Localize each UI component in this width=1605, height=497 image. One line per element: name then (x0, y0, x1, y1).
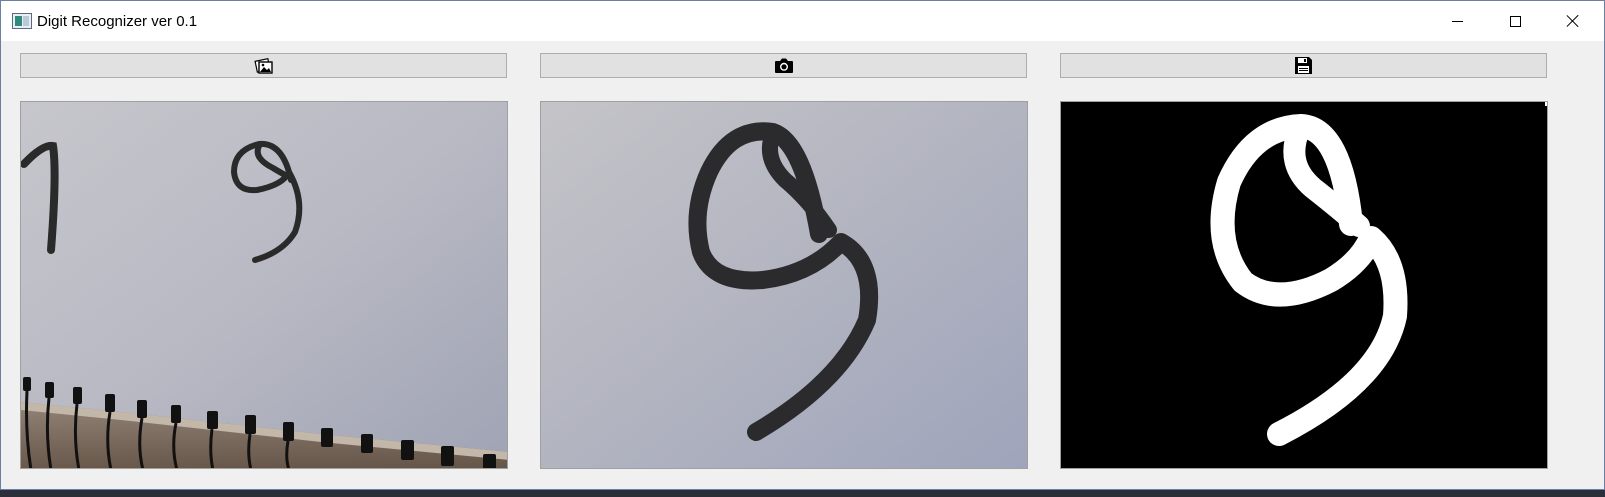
open-image-button[interactable] (20, 53, 507, 78)
save-button[interactable] (1060, 53, 1547, 78)
webcam-view (20, 101, 508, 469)
minimize-button[interactable] (1428, 1, 1486, 41)
save-disk-icon (1295, 57, 1312, 74)
close-icon (1566, 14, 1580, 28)
open-image-icon (253, 57, 273, 74)
close-button[interactable] (1544, 1, 1602, 41)
cropped-digit-view (540, 101, 1028, 469)
binarized-digit-view (1060, 101, 1548, 469)
maximize-button[interactable] (1486, 1, 1544, 41)
camera-icon (774, 58, 793, 73)
taskbar-edge (0, 490, 1605, 497)
window-title: Digit Recognizer ver 0.1 (37, 13, 198, 30)
minimize-icon (1451, 20, 1463, 22)
maximize-icon (1509, 15, 1521, 27)
title-bar[interactable]: Digit Recognizer ver 0.1 (1, 1, 1604, 41)
app-window: Digit Recognizer ver 0.1 (0, 0, 1605, 490)
camera-button[interactable] (540, 53, 1027, 78)
app-icon (12, 13, 32, 29)
